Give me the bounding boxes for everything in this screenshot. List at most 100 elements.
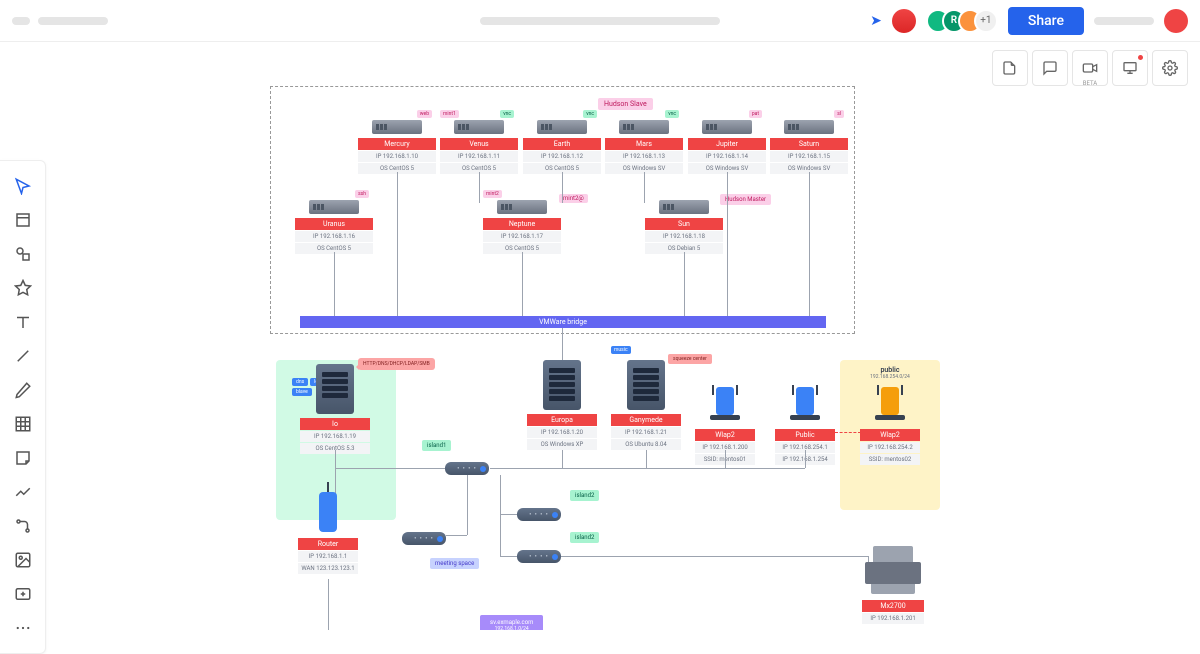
server-sun[interactable]: Sun IP 192.168.1.18 OS Debian 5 [645, 200, 723, 254]
settings-icon[interactable] [1152, 50, 1188, 86]
modem-icon [319, 492, 337, 532]
node-ip: IP 192.168.1.17 [483, 231, 561, 242]
server-earth[interactable]: vnc Earth IP 192.168.1.12 OS CentOS 5 [523, 120, 601, 174]
node-ssid: SSID: mentos02 [860, 454, 920, 465]
connector-line [684, 252, 685, 316]
present-icon[interactable] [1112, 50, 1148, 86]
more-collaborators[interactable]: +1 [974, 9, 998, 33]
node-name: Wlap2 [860, 429, 920, 441]
server-io[interactable]: Io IP 192.168.1.19 OS CentOS 5.3 [300, 364, 370, 454]
video-icon[interactable] [1072, 50, 1108, 86]
server-venus[interactable]: mint1 vnc Venus IP 192.168.1.11 OS CentO… [440, 120, 518, 174]
server-icon: pat [702, 120, 752, 134]
user-avatar[interactable] [1164, 9, 1188, 33]
more-tools[interactable] [0, 611, 46, 645]
wlap2-b[interactable]: Wlap2 IP 192.168.254.2 SSID: mentos02 [860, 377, 920, 465]
node-name: Mercury [358, 138, 436, 150]
header-placeholder[interactable] [1094, 17, 1154, 25]
server-mercury[interactable]: web Mercury IP 192.168.1.10 OS CentOS 5 [358, 120, 436, 174]
avatar[interactable] [892, 9, 916, 33]
star-tool[interactable] [0, 271, 46, 305]
server-tower-icon [316, 364, 354, 414]
server-jupiter[interactable]: pat Jupiter IP 192.168.1.14 OS Windows S… [688, 120, 766, 174]
printer-icon[interactable] [865, 546, 921, 596]
server-mars[interactable]: vnc Mars IP 192.168.1.13 OS Windows SV [605, 120, 683, 174]
connector-line [446, 535, 467, 536]
connector-line [646, 450, 647, 468]
vmware-bridge[interactable]: VMWare bridge [300, 316, 826, 328]
connector-tool[interactable] [0, 509, 46, 543]
domain-box[interactable]: sv.exmaple.com 192.168.1.0/24 [480, 615, 543, 630]
connector-line [522, 252, 523, 316]
connector-line [490, 468, 805, 469]
connector-line [725, 450, 726, 468]
server-neptune[interactable]: mint2 Neptune IP 192.168.1.17 OS CentOS … [483, 200, 561, 254]
mint2-top-tag: mint2 [483, 190, 502, 198]
image-tool[interactable] [0, 543, 46, 577]
node-ip: IP 192.168.1.19 [300, 431, 370, 442]
server-icon: vnc [454, 120, 504, 134]
frame-tool[interactable] [0, 203, 46, 237]
text-tool[interactable] [0, 305, 46, 339]
header-left [12, 17, 108, 25]
comment-icon[interactable] [1032, 50, 1068, 86]
connector-line [479, 172, 480, 203]
chart-tool[interactable] [0, 475, 46, 509]
connector-line [561, 556, 868, 557]
line-tool[interactable] [0, 339, 46, 373]
node-ip: IP 192.168.1.14 [688, 151, 766, 162]
node-name: Saturn [770, 138, 848, 150]
switch-3[interactable] [517, 550, 561, 563]
document-title-placeholder[interactable] [38, 17, 108, 25]
wifi-router-icon [706, 387, 744, 425]
note-icon[interactable] [992, 50, 1028, 86]
connector-line [562, 172, 563, 203]
shapes-tool[interactable] [0, 237, 46, 271]
router-node[interactable]: Router IP 192.168.1.1 WAN 123.123.123.1 [298, 492, 358, 574]
node-name: Sun [645, 218, 723, 230]
node-ip: IP 192.168.1.18 [645, 231, 723, 242]
page-tab-placeholder[interactable] [480, 17, 720, 25]
meeting-label[interactable]: meeting space [430, 558, 479, 569]
diagram-canvas[interactable]: Hudson Slave Hudson Master web Mercury I… [0, 42, 1200, 630]
collaborator-avatars[interactable]: R +1 [926, 9, 998, 33]
island2b-label[interactable]: island2 [570, 532, 599, 543]
share-button[interactable]: Share [1008, 7, 1084, 35]
header-right: ➤ R +1 Share [870, 7, 1188, 35]
node-name: Mars [605, 138, 683, 150]
island2-label[interactable]: island2 [570, 490, 599, 501]
select-tool[interactable] [0, 169, 46, 203]
domain-name: sv.exmaple.com [490, 619, 533, 626]
switch-4[interactable] [402, 532, 446, 545]
hudson-slave-label[interactable]: Hudson Slave [598, 98, 653, 110]
printer-node[interactable]: Mx2700 IP 192.168.1.201 [862, 596, 924, 624]
table-tool[interactable] [0, 407, 46, 441]
pen-tool[interactable] [0, 373, 46, 407]
connector-line [500, 475, 501, 557]
server-tower-icon [627, 360, 665, 410]
node-ip: IP 192.168.1.10 [358, 151, 436, 162]
embed-tool[interactable] [0, 577, 46, 611]
server-saturn[interactable]: sl Saturn IP 192.168.1.15 OS Windows SV [770, 120, 848, 174]
node-os: OS Ubuntu 8.04 [611, 439, 681, 450]
connector-line [335, 468, 445, 469]
wifi-router-icon [871, 387, 909, 425]
mint2-tag[interactable]: mint2@ [559, 194, 588, 203]
node-name: Mx2700 [862, 600, 924, 612]
switch-1[interactable] [445, 462, 489, 475]
switch-2[interactable] [517, 508, 561, 521]
server-uranus[interactable]: ssh Uranus IP 192.168.1.16 OS CentOS 5 [295, 200, 373, 254]
app-menu-icon[interactable] [12, 17, 30, 25]
server-ganymede[interactable]: music Ganymede IP 192.168.1.21 OS Ubuntu… [611, 360, 681, 450]
header-center [480, 17, 720, 25]
island1-label[interactable]: island1 [422, 440, 451, 451]
connector-line [644, 172, 645, 203]
node-ip: IP 192.168.1.20 [527, 427, 597, 438]
node-ip: IP 192.168.1.201 [862, 613, 924, 624]
squeeze-label[interactable]: squeeze center [668, 354, 712, 364]
sticky-tool[interactable] [0, 441, 46, 475]
server-europa[interactable]: Europa IP 192.168.1.20 OS Windows XP [527, 360, 597, 450]
connector-line [500, 556, 517, 557]
wifi-router-icon [786, 387, 824, 425]
node-ip: IP 192.168.1.16 [295, 231, 373, 242]
